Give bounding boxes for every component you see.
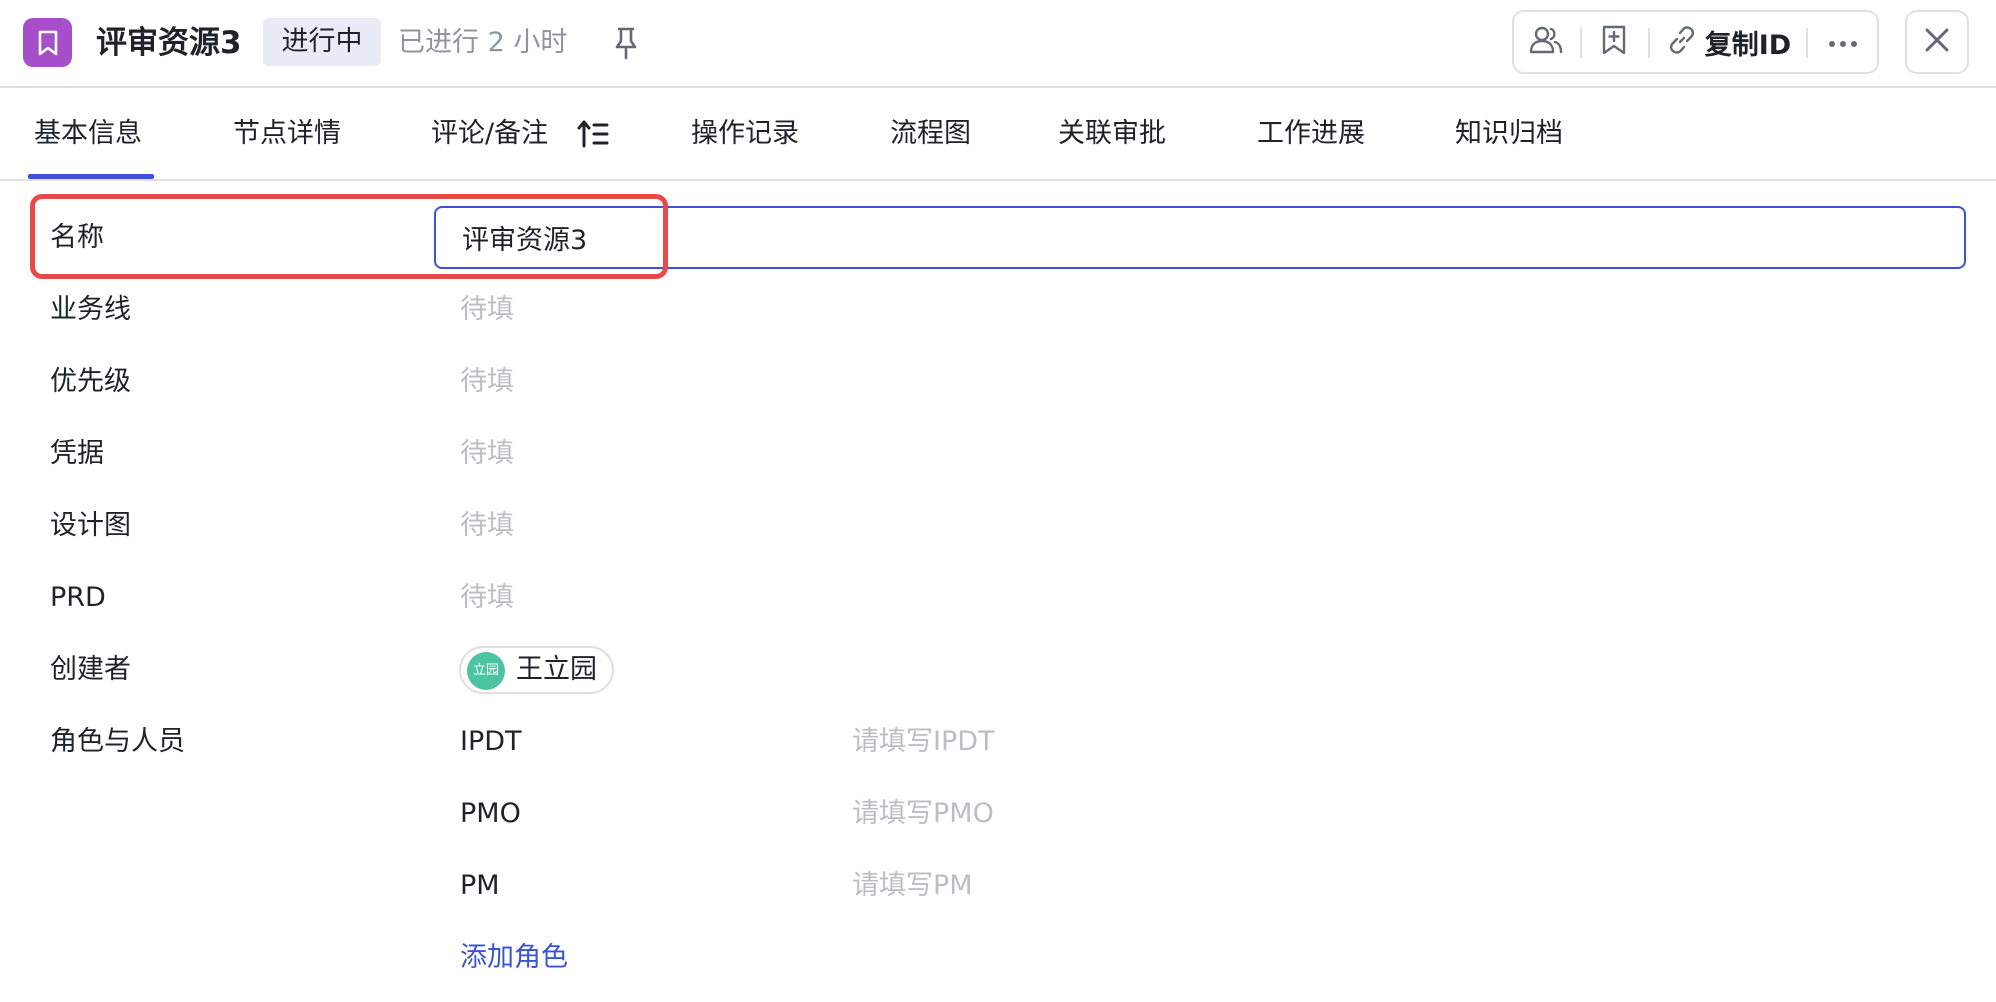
close-icon [1924,27,1950,57]
business-line-field[interactable]: 待填 [460,290,514,330]
bookmark-add-icon [1600,24,1628,60]
role-name-pm: PM [460,870,500,901]
creator-name: 王立园 [516,654,597,685]
tab-basic-info[interactable]: 基本信息 [34,88,142,179]
header-toolbar: 复制ID [1512,10,1879,74]
prd-field[interactable]: 待填 [460,578,514,618]
tab-related-approvals[interactable]: 关联审批 [1058,88,1166,179]
sort-icon[interactable] [577,119,609,149]
field-label-name: 名称 [50,222,104,253]
people-icon [1529,25,1563,59]
creator-chip[interactable]: 立园 王立园 [459,646,614,694]
design-field[interactable]: 待填 [460,506,514,546]
copy-id-button[interactable]: 复制ID [1654,12,1804,72]
status-badge: 进行中 [263,18,381,66]
tab-operation-log[interactable]: 操作记录 [691,88,799,179]
field-label-business-line: 业务线 [50,294,131,325]
role-input-ipdt[interactable]: 请填写IPDT [852,722,995,762]
pin-icon[interactable] [609,24,643,62]
page-title: 评审资源3 [96,25,242,61]
members-button[interactable] [1514,12,1578,72]
role-input-pm[interactable]: 请填写PM [852,866,973,906]
tab-node-details[interactable]: 节点详情 [233,88,341,179]
tab-knowledge-archive[interactable]: 知识归档 [1455,88,1563,179]
add-role-button[interactable]: 添加角色 [460,938,568,978]
elapsed-time: 已进行 2 小时 [398,27,568,58]
panel-header: 评审资源3 进行中 已进行 2 小时 复制ID [0,0,1996,88]
role-name-pmo: PMO [460,798,521,829]
active-tab-indicator [28,174,154,179]
priority-field[interactable]: 待填 [460,362,514,402]
more-icon [1828,33,1858,52]
detail-panel: 评审资源3 进行中 已进行 2 小时 复制ID 基本信息 节点详情 评论/备注 … [0,0,1996,1002]
bookmark-icon [23,18,72,67]
copy-id-label: 复制ID [1704,29,1792,61]
field-label-credentials: 凭据 [50,438,104,469]
field-label-priority: 优先级 [50,366,131,397]
close-button[interactable] [1905,10,1969,74]
link-icon [1667,25,1697,59]
field-label-design: 设计图 [50,510,131,541]
role-name-ipdt: IPDT [460,726,522,757]
credentials-field[interactable]: 待填 [460,434,514,474]
field-label-roles: 角色与人员 [50,726,185,757]
avatar: 立园 [467,652,505,690]
tab-comments[interactable]: 评论/备注 [431,88,548,179]
toolbar-divider [1648,28,1650,58]
tab-flowchart[interactable]: 流程图 [890,88,971,179]
tab-bar: 基本信息 节点详情 评论/备注 操作记录 流程图 关联审批 工作进展 知识归档 [0,88,1996,181]
name-input[interactable] [434,206,1966,269]
role-input-pmo[interactable]: 请填写PMO [852,794,994,834]
bookmark-add-button[interactable] [1582,12,1646,72]
field-label-prd: PRD [50,582,106,613]
field-label-creator: 创建者 [50,654,131,685]
more-button[interactable] [1808,12,1877,72]
tab-work-progress[interactable]: 工作进展 [1257,88,1365,179]
